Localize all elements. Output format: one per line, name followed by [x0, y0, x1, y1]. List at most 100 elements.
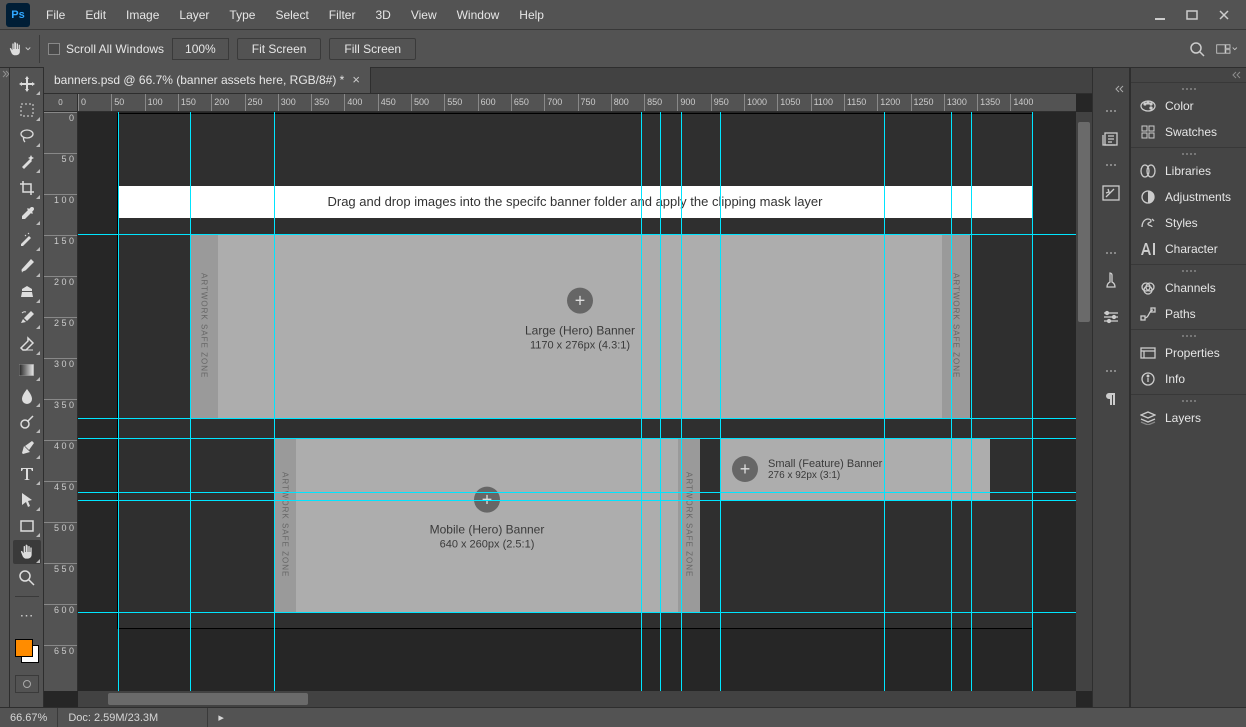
foreground-color-swatch[interactable]: [15, 639, 33, 657]
edit-toolbar-button[interactable]: ⋯: [13, 603, 41, 627]
dodge-tool[interactable]: [13, 410, 41, 434]
scrollbar-vertical[interactable]: [1076, 112, 1092, 691]
guide-vertical[interactable]: [660, 112, 661, 691]
close-tab-icon[interactable]: ×: [352, 67, 360, 93]
brush-tool[interactable]: [13, 254, 41, 278]
menu-3d[interactable]: 3D: [365, 0, 400, 30]
history-panel-icon[interactable]: [1098, 128, 1124, 150]
fill-screen-button[interactable]: Fill Screen: [329, 38, 416, 60]
scroll-all-label: Scroll All Windows: [66, 42, 164, 56]
panel-swatches[interactable]: Swatches: [1131, 119, 1246, 145]
panel-adjustments[interactable]: Adjustments: [1131, 184, 1246, 210]
menu-window[interactable]: Window: [447, 0, 510, 30]
workspace-switcher-icon[interactable]: [1216, 38, 1238, 60]
guide-horizontal[interactable]: [78, 438, 1076, 439]
search-icon[interactable]: [1186, 38, 1208, 60]
navigator-panel-icon[interactable]: [1098, 182, 1124, 204]
paths-panel-icon: [1139, 306, 1157, 322]
clone-stamp-tool[interactable]: [13, 280, 41, 304]
ruler-origin[interactable]: 0: [44, 94, 78, 112]
history-brush-tool[interactable]: [13, 306, 41, 330]
guide-vertical[interactable]: [641, 112, 642, 691]
viewport[interactable]: Drag and drop images into the specifc ba…: [78, 112, 1076, 691]
type-tool[interactable]: [13, 462, 41, 486]
scroll-all-windows-checkbox[interactable]: Scroll All Windows: [48, 42, 164, 56]
status-zoom[interactable]: 66.67%: [0, 708, 58, 727]
panel-styles[interactable]: Styles: [1131, 210, 1246, 236]
path-selection-tool[interactable]: [13, 488, 41, 512]
crop-tool[interactable]: [13, 176, 41, 200]
panel-paths[interactable]: Paths: [1131, 301, 1246, 327]
menu-image[interactable]: Image: [116, 0, 169, 30]
guide-vertical[interactable]: [971, 112, 972, 691]
channels-panel-icon: [1139, 280, 1157, 296]
eyedropper-tool[interactable]: [13, 202, 41, 226]
menu-select[interactable]: Select: [265, 0, 318, 30]
close-button[interactable]: [1210, 5, 1238, 25]
gradient-tool[interactable]: [13, 358, 41, 382]
plus-icon: +: [567, 288, 593, 314]
fit-screen-button[interactable]: Fit Screen: [237, 38, 322, 60]
panel-channels[interactable]: Channels: [1131, 275, 1246, 301]
status-menu-arrow[interactable]: ▸: [208, 711, 234, 724]
menu-view[interactable]: View: [401, 0, 447, 30]
toolbox-collapse-strip[interactable]: [0, 68, 10, 707]
zoom-tool[interactable]: [13, 566, 41, 590]
pen-tool[interactable]: [13, 436, 41, 460]
healing-brush-tool[interactable]: [13, 228, 41, 252]
guide-horizontal[interactable]: [78, 418, 1076, 419]
collapse-panels-button[interactable]: [1131, 68, 1246, 82]
marquee-tool[interactable]: [13, 98, 41, 122]
maximize-button[interactable]: [1178, 5, 1206, 25]
guide-vertical[interactable]: [190, 112, 191, 691]
minimize-button[interactable]: [1146, 5, 1174, 25]
zoom-value[interactable]: 100%: [172, 38, 229, 60]
panel-label: Color: [1165, 99, 1194, 113]
guide-vertical[interactable]: [118, 112, 119, 691]
eraser-tool[interactable]: [13, 332, 41, 356]
hand-tool[interactable]: [13, 540, 41, 564]
panel-properties[interactable]: Properties: [1131, 340, 1246, 366]
guide-horizontal[interactable]: [78, 492, 1076, 493]
menu-help[interactable]: Help: [509, 0, 554, 30]
guide-vertical[interactable]: [681, 112, 682, 691]
menu-type[interactable]: Type: [219, 0, 265, 30]
brushes-panel-icon[interactable]: [1098, 270, 1124, 292]
panel-color[interactable]: Color: [1131, 93, 1246, 119]
guide-horizontal[interactable]: [78, 612, 1076, 613]
safe-zone-right: ARTWORK SAFE ZONE: [942, 234, 970, 418]
menu-edit[interactable]: Edit: [75, 0, 116, 30]
quick-mask-button[interactable]: [15, 675, 39, 693]
magic-wand-tool[interactable]: [13, 150, 41, 174]
ruler-vertical[interactable]: 05 01 0 01 5 02 0 02 5 03 0 03 5 04 0 04…: [44, 112, 78, 691]
status-doc-size[interactable]: Doc: 2.59M/23.3M: [58, 708, 208, 727]
document-tab[interactable]: banners.psd @ 66.7% (banner assets here,…: [44, 67, 371, 93]
panel-layers[interactable]: Layers: [1131, 405, 1246, 431]
ruler-horizontal[interactable]: 0501001502002503003504004505005506006507…: [78, 94, 1076, 112]
brush-settings-panel-icon[interactable]: [1098, 306, 1124, 328]
panel-character[interactable]: Character: [1131, 236, 1246, 262]
guide-horizontal[interactable]: [78, 500, 1076, 501]
scrollbar-horizontal[interactable]: [78, 691, 1076, 707]
blur-tool[interactable]: [13, 384, 41, 408]
guide-vertical[interactable]: [274, 112, 275, 691]
panel-info[interactable]: Info: [1131, 366, 1246, 392]
paragraph-panel-icon[interactable]: [1098, 388, 1124, 410]
color-swatch[interactable]: [13, 637, 41, 665]
panel-libraries[interactable]: Libraries: [1131, 158, 1246, 184]
hand-tool-icon[interactable]: [8, 35, 40, 63]
character-panel-icon: [1139, 241, 1157, 257]
hero-size: 1170 x 276px (4.3:1): [470, 340, 690, 352]
menu-layer[interactable]: Layer: [169, 0, 219, 30]
rectangle-tool[interactable]: [13, 514, 41, 538]
menu-file[interactable]: File: [36, 0, 75, 30]
guide-vertical[interactable]: [720, 112, 721, 691]
guide-vertical[interactable]: [1032, 112, 1033, 691]
panel-label: Adjustments: [1165, 190, 1231, 204]
guide-vertical[interactable]: [884, 112, 885, 691]
lasso-tool[interactable]: [13, 124, 41, 148]
guide-vertical[interactable]: [951, 112, 952, 691]
menu-filter[interactable]: Filter: [319, 0, 366, 30]
guide-horizontal[interactable]: [78, 234, 1076, 235]
move-tool[interactable]: [13, 72, 41, 96]
